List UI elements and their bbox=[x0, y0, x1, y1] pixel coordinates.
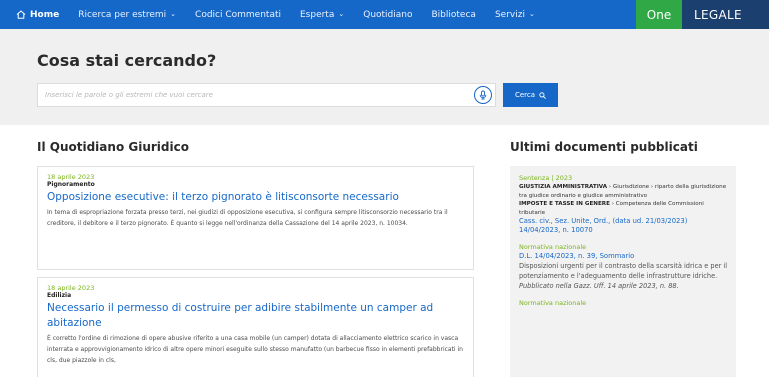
subject-heading: IMPOSTE E TASSE IN GENERE bbox=[519, 201, 610, 207]
nav-item-label: Home bbox=[30, 9, 60, 20]
chevron-down-icon: ⌄ bbox=[170, 9, 177, 18]
latest-documents-panel: Sentenza | 2023 GIUSTIZIA AMMINISTRATIVA… bbox=[510, 166, 736, 377]
document-link[interactable]: D.L. 14/04/2023, n. 39, Sommario bbox=[519, 252, 728, 261]
document-type: Normativa nazionale bbox=[519, 243, 587, 251]
nav-item-label: Ricerca per estremi bbox=[78, 9, 167, 20]
nav-item-label: Servizi bbox=[494, 9, 525, 20]
chevron-down-icon: ⌄ bbox=[528, 9, 535, 18]
document-publication: Pubblicato nella Gazz. Uff. 14 aprile 20… bbox=[519, 282, 679, 290]
article-date: 18 aprile 2023 bbox=[47, 173, 95, 181]
nav-item-esperta[interactable]: Esperta ⌄ bbox=[300, 10, 344, 20]
document-item: Normativa nazionale D.L. 14/04/2023, n. … bbox=[519, 243, 728, 291]
search-section: Cosa stai cercando? Cerca bbox=[0, 29, 769, 125]
nav-item-quotidiano[interactable]: Quotidiano bbox=[363, 10, 412, 20]
nav-item-biblioteca[interactable]: Biblioteca bbox=[432, 10, 476, 20]
nav-menu: Home Ricerca per estremi ⌄ Codici Commen… bbox=[16, 0, 554, 29]
article-title-link[interactable]: Opposizione esecutive: il terzo pignorat… bbox=[47, 190, 466, 205]
top-nav: Home Ricerca per estremi ⌄ Codici Commen… bbox=[0, 0, 769, 29]
nav-item-label: Biblioteca bbox=[431, 9, 476, 20]
nav-item-servizi[interactable]: Servizi ⌄ bbox=[495, 10, 535, 20]
search-button[interactable]: Cerca bbox=[503, 83, 558, 107]
brand-one-logo[interactable]: One bbox=[636, 0, 682, 29]
document-subject: GIUSTIZIA AMMINISTRATIVA › Giurisdizione… bbox=[519, 183, 728, 200]
article-category: Edilizia bbox=[47, 292, 72, 299]
document-type: Sentenza | 2023 bbox=[519, 174, 573, 182]
brand-legale-logo[interactable]: LEGALE bbox=[682, 0, 769, 29]
article-title-link[interactable]: Necessario il permesso di costruire per … bbox=[47, 301, 466, 331]
microphone-icon bbox=[479, 90, 487, 100]
ultimi-documenti-heading: Ultimi documenti pubblicati bbox=[510, 140, 698, 154]
document-type: Normativa nazionale bbox=[519, 299, 587, 307]
article-date: 18 aprile 2023 bbox=[47, 284, 95, 292]
article-abstract: È corretto l'ordine di rimozione di oper… bbox=[47, 335, 463, 364]
search-input[interactable] bbox=[37, 83, 496, 107]
nav-item-home[interactable]: Home bbox=[16, 10, 59, 20]
document-link[interactable]: Cass. civ., Sez. Unite, Ord., (data ud. … bbox=[519, 217, 728, 235]
document-description: Disposizioni urgenti per il contrasto de… bbox=[519, 262, 728, 280]
chevron-down-icon: ⌄ bbox=[338, 9, 345, 18]
document-item: Normativa nazionale bbox=[519, 299, 728, 308]
nav-item-label: Codici Commentati bbox=[195, 9, 281, 20]
nav-item-ricerca-per-estremi[interactable]: Ricerca per estremi ⌄ bbox=[78, 10, 176, 20]
nav-item-label: Esperta bbox=[299, 9, 335, 20]
voice-search-button[interactable] bbox=[474, 86, 492, 104]
nav-item-label: Quotidiano bbox=[363, 9, 413, 20]
article-abstract: In tema di espropriazione forzata presso… bbox=[47, 209, 448, 227]
article-card: 18 aprile 2023 Edilizia Necessario il pe… bbox=[37, 277, 474, 377]
article-card: 18 aprile 2023 Pignoramento Opposizione … bbox=[37, 166, 474, 270]
search-title: Cosa stai cercando? bbox=[37, 51, 217, 70]
document-item: Sentenza | 2023 GIUSTIZIA AMMINISTRATIVA… bbox=[519, 174, 728, 235]
subject-heading: GIUSTIZIA AMMINISTRATIVA bbox=[519, 184, 608, 190]
home-icon bbox=[16, 10, 26, 19]
document-subject: IMPOSTE E TASSE IN GENERE › Competenza d… bbox=[519, 200, 728, 217]
quotidiano-heading: Il Quotidiano Giuridico bbox=[37, 140, 189, 154]
search-icon bbox=[539, 91, 546, 99]
search-button-label: Cerca bbox=[514, 91, 536, 99]
nav-item-codici-commentati[interactable]: Codici Commentati bbox=[195, 10, 281, 20]
article-category: Pignoramento bbox=[47, 181, 95, 188]
